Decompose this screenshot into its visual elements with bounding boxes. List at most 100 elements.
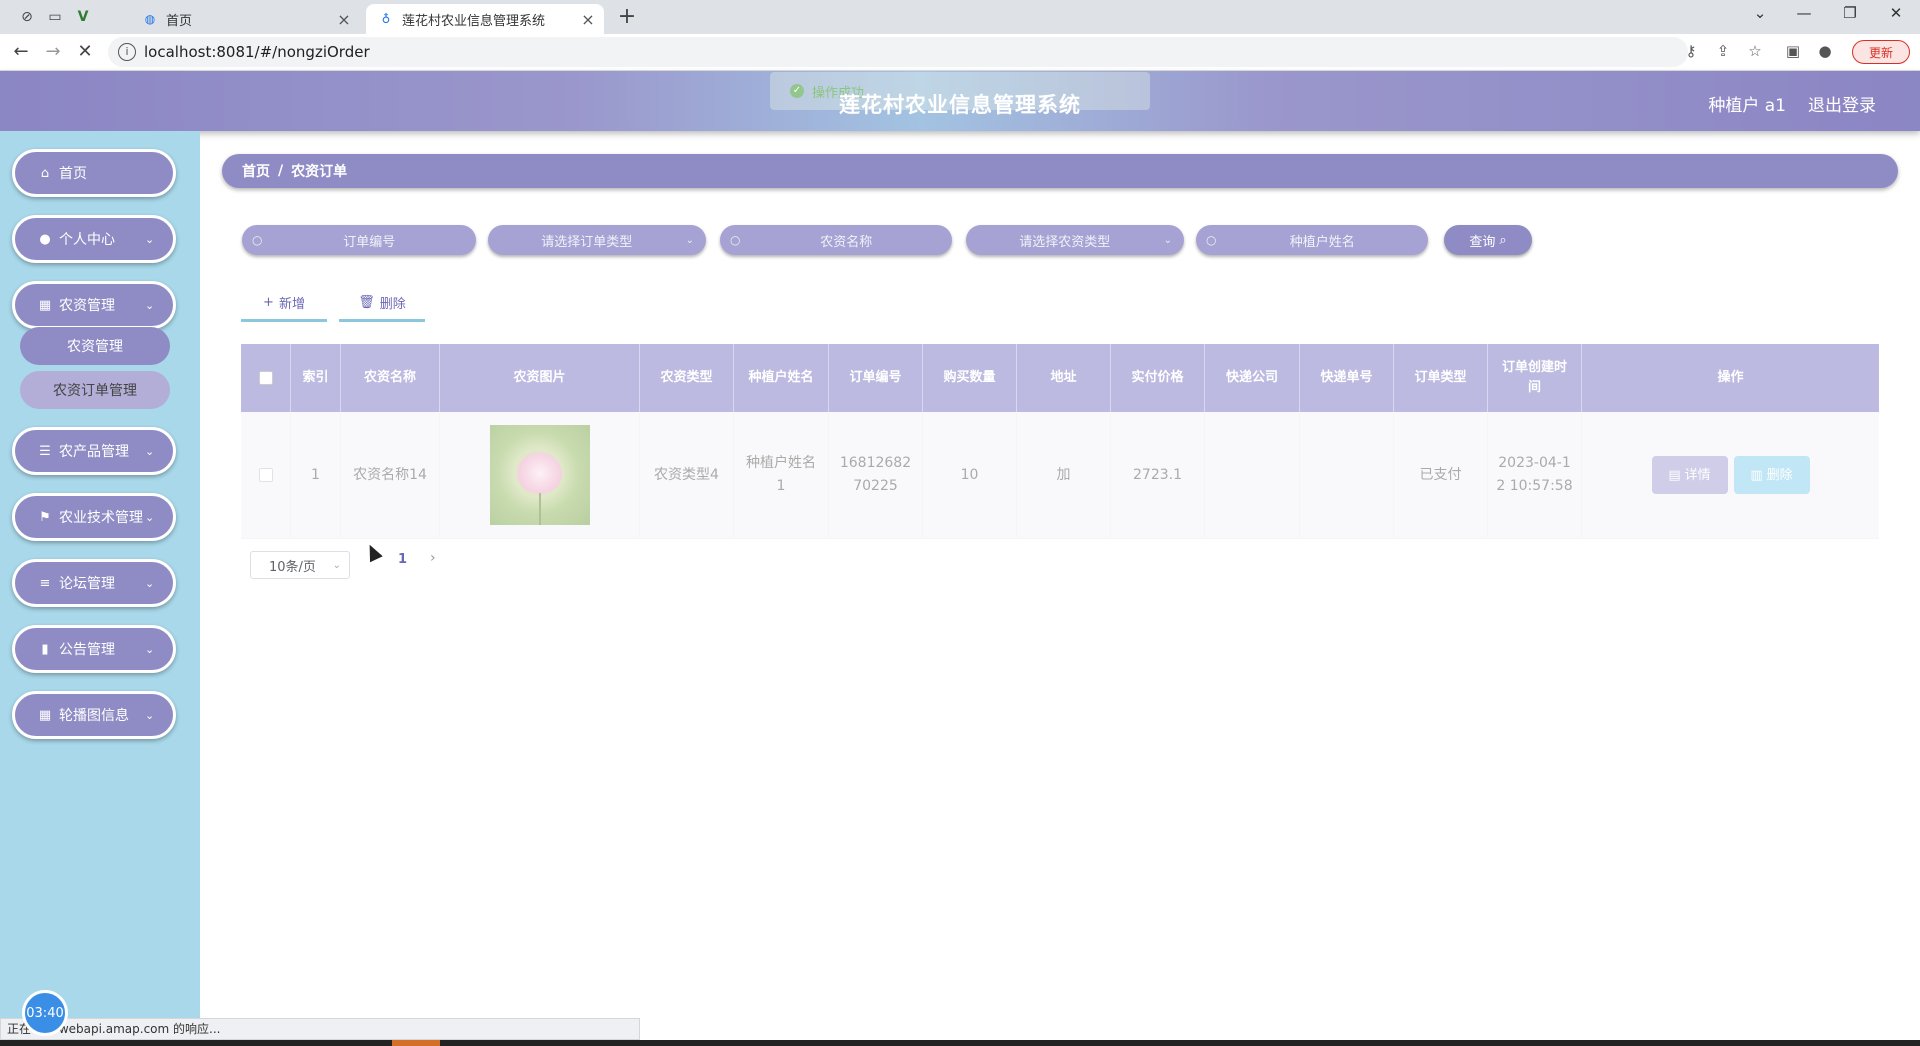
page-number[interactable]: 1 — [398, 552, 407, 567]
chevron-down-icon: ⌄ — [1163, 234, 1172, 246]
query-button[interactable]: 查询 ⌕ — [1444, 225, 1532, 255]
grid-icon: ▦ — [38, 707, 52, 723]
clock-time: 03:40 — [26, 1005, 64, 1021]
chevron-down-icon: ⌄ — [145, 298, 155, 312]
batch-delete-button[interactable]: 🗑 删除 — [339, 286, 425, 322]
chevron-down-icon: ⌄ — [145, 444, 155, 458]
cell-index: 1 — [291, 412, 341, 538]
sidebar-item-label: 论坛管理 — [59, 576, 115, 592]
key-icon[interactable]: ⚷ — [1680, 42, 1702, 62]
update-button[interactable]: 更新 — [1852, 40, 1910, 64]
breadcrumb: 首页 / 农资订单 — [222, 154, 1898, 188]
column-header: 地址 — [1017, 344, 1111, 412]
sidebar: ⌂ 首页 ● 个人中心 ⌄ ▦ 农资管理 ⌄ 农资管理 农资订单管理 ☰ 农产品… — [0, 131, 200, 1026]
sidepanel-icon[interactable]: ▣ — [1782, 42, 1804, 62]
sidebar-item-label: 农业技术管理 — [59, 510, 143, 526]
tab-title: 首页 — [166, 13, 193, 29]
sidebar-item-carousel[interactable]: ▦ 轮播图信息 ⌄ — [12, 691, 176, 739]
trash-icon: ▥ — [1750, 467, 1763, 483]
close-window-icon[interactable]: ✕ — [1876, 4, 1916, 22]
profile-icon[interactable]: ● — [1814, 42, 1836, 62]
column-header: 购买数量 — [923, 344, 1017, 412]
chevron-right-icon[interactable]: › — [430, 550, 436, 566]
sidebar-item-personal[interactable]: ● 个人中心 ⌄ — [12, 215, 176, 263]
nongzi-name-input[interactable]: ○ 农资名称 — [720, 225, 952, 255]
minimize-icon[interactable]: — — [1784, 4, 1824, 22]
cell-price: 2723.1 — [1111, 412, 1205, 538]
forward-icon[interactable]: → — [40, 40, 66, 64]
column-header: 快递公司 — [1205, 344, 1300, 412]
detail-label: 详情 — [1684, 467, 1711, 483]
add-label: 新增 — [278, 297, 305, 312]
sidebar-item-tech[interactable]: ⚑ 农业技术管理 ⌄ — [12, 493, 176, 541]
lotus-petal — [517, 453, 562, 493]
url-text: localhost:8081/#/nongziOrder — [144, 43, 370, 61]
browser-status-bar: 正在等待 webapi.amap.com 的响应... — [0, 1018, 640, 1040]
page-size-select[interactable]: 10条/页 ⌄ — [250, 551, 350, 579]
stop-loading-icon[interactable]: ✕ — [72, 40, 98, 64]
column-header: 操作 — [1717, 370, 1744, 385]
pinned-tab-icon[interactable]: ⊘ — [16, 6, 38, 28]
submenu-nongzi-order[interactable]: 农资订单管理 — [20, 371, 170, 409]
breadcrumb-separator: / — [278, 163, 284, 179]
restore-icon[interactable]: ❐ — [1830, 4, 1870, 22]
column-header: 订单创建时间 — [1488, 344, 1582, 412]
back-icon[interactable]: ← — [8, 40, 34, 64]
detail-button[interactable]: ▤ 详情 — [1651, 456, 1728, 494]
row-delete-button[interactable]: ▥ 删除 — [1733, 456, 1810, 494]
table-header: 索引 农资名称 农资图片 农资类型 种植户姓名 订单编号 购买数量 地址 实付价… — [241, 344, 1879, 412]
breadcrumb-home[interactable]: 首页 — [242, 161, 270, 181]
row-checkbox[interactable] — [258, 468, 273, 482]
column-header: 索引 — [291, 344, 341, 412]
row-select-cell — [241, 412, 291, 538]
cell-tracking — [1300, 412, 1394, 538]
cell-address: 加 — [1017, 412, 1111, 538]
farmer-name-placeholder: 种植户姓名 — [1289, 234, 1355, 250]
logout-link[interactable]: 退出登录 — [1808, 91, 1876, 116]
trash-icon: 🗑 — [358, 295, 375, 310]
add-button[interactable]: + 新增 — [241, 286, 327, 322]
order-type-select[interactable]: 请选择订单类型 ⌄ — [488, 225, 706, 255]
grid-icon: ▦ — [38, 297, 52, 313]
pinned-tab-icon[interactable]: ▭ — [44, 6, 66, 28]
sidebar-item-label: 公告管理 — [59, 642, 115, 658]
taskbar-item[interactable] — [392, 1040, 440, 1046]
chevron-down-icon[interactable]: ⌄ — [1740, 4, 1780, 22]
cell-type: 农资类型4 — [640, 412, 734, 538]
close-icon[interactable]: × — [334, 10, 354, 29]
info-icon[interactable]: i — [118, 43, 136, 61]
share-icon[interactable]: ⇪ — [1712, 42, 1734, 62]
nongzi-type-select[interactable]: 请选择农资类型 ⌄ — [966, 225, 1184, 255]
search-icon: ○ — [1206, 233, 1217, 247]
cell-name: 农资名称14 — [341, 412, 440, 538]
new-tab-icon[interactable]: + — [614, 4, 640, 29]
document-icon: ▤ — [1668, 467, 1681, 483]
clock-widget[interactable]: 03:40 — [22, 990, 68, 1036]
vue-tab-icon[interactable]: V — [72, 6, 94, 28]
select-all-checkbox[interactable] — [258, 371, 273, 385]
sidebar-item-forum[interactable]: ≡ 论坛管理 ⌄ — [12, 559, 176, 607]
cell-courier — [1205, 412, 1300, 538]
sidebar-item-label: 农产品管理 — [59, 444, 129, 460]
sliders-icon: ☰ — [39, 443, 51, 459]
farmer-name-input[interactable]: ○ 种植户姓名 — [1196, 225, 1428, 255]
page-size-value: 10条/页 — [269, 559, 316, 575]
address-bar[interactable]: i localhost:8081/#/nongziOrder — [108, 37, 1688, 67]
browser-tab[interactable]: ◍ 首页 × — [130, 4, 360, 34]
submenu-nongzi[interactable]: 农资管理 — [20, 327, 170, 365]
lotus-image[interactable] — [489, 425, 590, 525]
star-icon[interactable]: ☆ — [1744, 42, 1766, 62]
user-icon: ● — [39, 231, 51, 247]
close-icon[interactable]: × — [578, 10, 598, 29]
sidebar-item-notice[interactable]: ▮ 公告管理 ⌄ — [12, 625, 176, 673]
sidebar-item-products[interactable]: ☰ 农产品管理 ⌄ — [12, 427, 176, 475]
chevron-down-icon: ⌄ — [145, 708, 155, 722]
globe-icon: ◍ — [144, 12, 156, 26]
chevron-down-icon: ⌄ — [145, 576, 155, 590]
order-no-input[interactable]: ○ 订单编号 — [242, 225, 476, 255]
browser-tab-active[interactable]: ♁ 莲花村农业信息管理系统 × — [366, 4, 604, 34]
sidebar-item-home[interactable]: ⌂ 首页 — [12, 149, 176, 197]
plus-icon: + — [263, 295, 274, 310]
sidebar-item-nongzi[interactable]: ▦ 农资管理 ⌄ — [12, 281, 176, 329]
site-favicon-icon: ♁ — [381, 12, 391, 26]
